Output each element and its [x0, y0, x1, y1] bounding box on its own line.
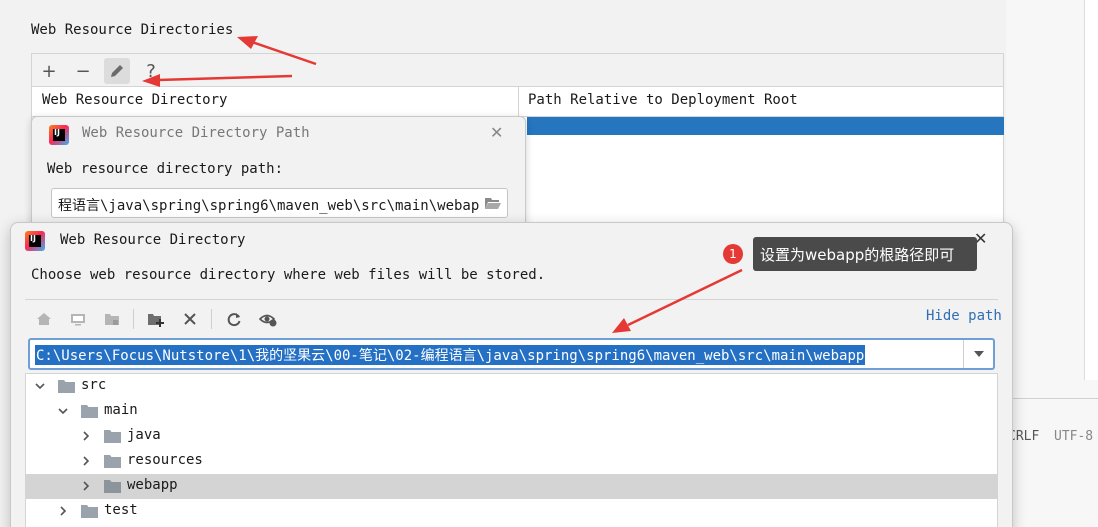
tree-item-src[interactable]: src: [26, 374, 997, 399]
folder-icon: [104, 480, 121, 493]
help-button[interactable]: ?: [138, 58, 164, 84]
chevron-down-icon: [973, 351, 984, 357]
delete-button[interactable]: [179, 308, 201, 330]
intellij-logo-icon: IJ: [25, 231, 45, 251]
tree-item-label: java: [127, 427, 161, 443]
refresh-button[interactable]: [223, 308, 245, 330]
chevron-down-icon[interactable]: [57, 405, 69, 417]
path-input-value: 程语言\java\spring\spring6\maven_web\src\ma…: [58, 198, 488, 214]
chevron-down-icon[interactable]: [34, 380, 46, 392]
chooser-toolbar: [25, 299, 998, 335]
project-button[interactable]: [101, 308, 123, 330]
tree-item-label: main: [104, 402, 138, 418]
close-icon[interactable]: ✕: [490, 123, 503, 142]
tree-item-test[interactable]: test: [26, 499, 997, 524]
toolbar-separator: [211, 309, 212, 329]
folder-icon: [81, 405, 98, 418]
add-button[interactable]: +: [36, 58, 62, 84]
tree-item-resources[interactable]: resources: [26, 449, 997, 474]
status-divider: [1006, 398, 1098, 399]
column-divider: [518, 87, 519, 117]
project-icon: [105, 314, 119, 325]
intellij-logo-icon: IJ: [49, 125, 69, 145]
edit-button[interactable]: [104, 58, 130, 84]
new-folder-button[interactable]: [145, 308, 167, 330]
toolbar-separator: [133, 309, 134, 329]
chevron-right-icon[interactable]: [80, 430, 92, 442]
tree-item-label: webapp: [127, 477, 178, 493]
desktop-button[interactable]: [67, 308, 89, 330]
path-dialog-title: Web Resource Directory Path: [82, 125, 310, 141]
dirs-toolbar: + − ?: [31, 53, 1004, 86]
home-icon: [37, 313, 51, 325]
tree-item-main[interactable]: main: [26, 399, 997, 424]
refresh-icon: [227, 313, 241, 327]
section-title: Web Resource Directories: [31, 22, 234, 38]
folder-icon: [58, 380, 75, 393]
column-header-directory[interactable]: Web Resource Directory: [42, 92, 227, 108]
column-header-relative-path[interactable]: Path Relative to Deployment Root: [528, 92, 798, 108]
combobox-dropdown-button[interactable]: [963, 340, 993, 368]
chooser-description: Choose web resource directory where web …: [31, 267, 546, 283]
folder-icon: [104, 430, 121, 443]
path-label: Web resource directory path:: [47, 161, 284, 177]
tree-item-label: resources: [127, 452, 203, 468]
desktop-icon: [71, 314, 85, 326]
chevron-right-icon[interactable]: [80, 480, 92, 492]
editor-scroll-strip: [1084, 0, 1098, 380]
folder-icon: [81, 505, 98, 518]
path-combobox[interactable]: C:\Users\Focus\Nutstore\1\我的坚果云\00-笔记\02…: [28, 338, 995, 370]
tree-item-webapp[interactable]: webapp: [26, 474, 997, 499]
step-badge: 1: [723, 244, 743, 264]
editor-side-area: [1006, 0, 1098, 527]
path-input[interactable]: 程语言\java\spring\spring6\maven_web\src\ma…: [51, 188, 508, 218]
hide-path-link[interactable]: Hide path: [926, 308, 1002, 324]
edit-icon: [111, 65, 123, 77]
chooser-title: Web Resource Directory: [60, 232, 246, 248]
path-combobox-value: C:\Users\Focus\Nutstore\1\我的坚果云\00-笔记\02…: [35, 345, 866, 365]
encoding-status[interactable]: UTF-8: [1054, 429, 1093, 444]
delete-icon: [184, 313, 196, 325]
new-folder-icon: [148, 314, 164, 327]
chevron-right-icon[interactable]: [57, 505, 69, 517]
folder-icon: [104, 455, 121, 468]
chevron-right-icon[interactable]: [80, 455, 92, 467]
show-hidden-button[interactable]: [257, 308, 279, 330]
table-row-selected[interactable]: [527, 117, 1004, 135]
annotation-callout: 设置为webapp的根路径即可: [753, 237, 977, 271]
home-button[interactable]: [33, 308, 55, 330]
tree-item-label: src: [81, 377, 107, 393]
path-dialog: IJ Web Resource Directory Path ✕ Web res…: [31, 116, 526, 236]
folder-open-icon: [485, 198, 501, 209]
show-hidden-icon: [259, 314, 277, 327]
tree-item-java[interactable]: java: [26, 424, 997, 449]
file-tree: src main java resources webapp test: [25, 373, 998, 527]
remove-button[interactable]: −: [70, 58, 96, 84]
tree-item-label: test: [104, 502, 138, 518]
browse-folder-button[interactable]: [479, 189, 507, 217]
